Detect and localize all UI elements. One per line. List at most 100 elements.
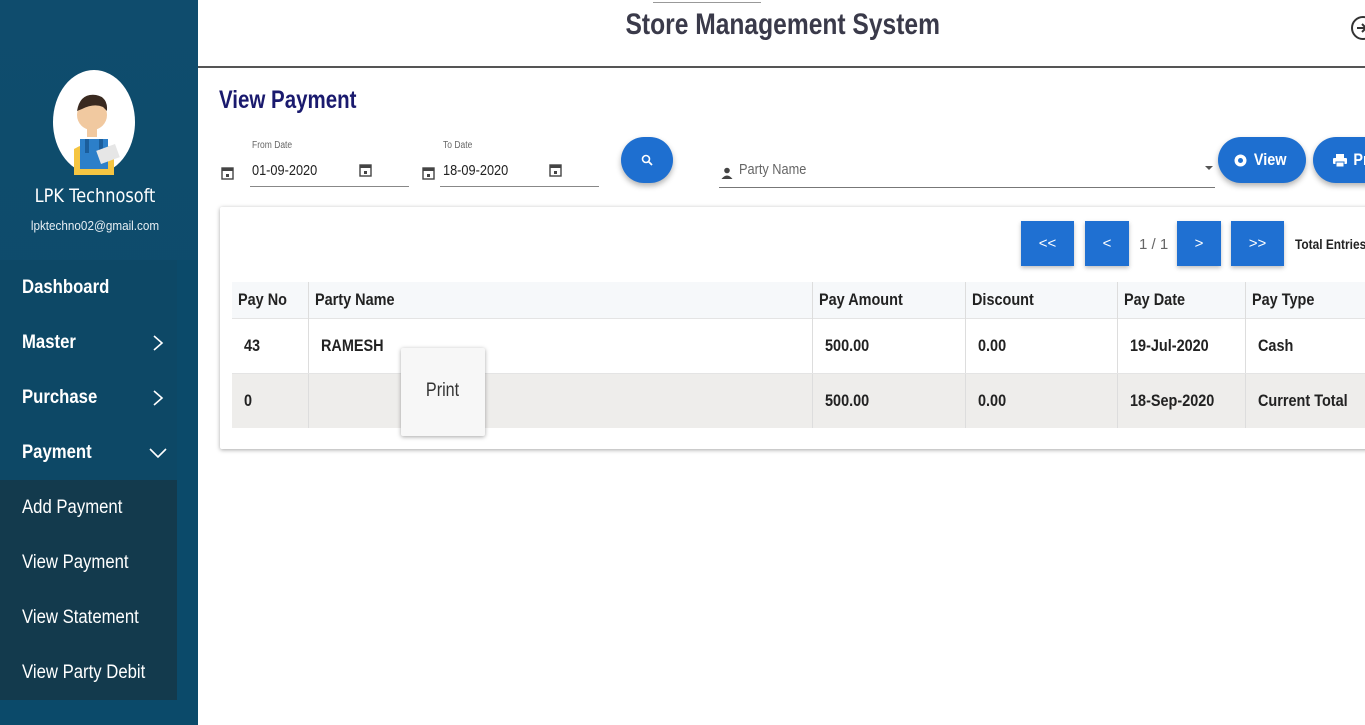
cell-text: 0.00 [977,335,1006,355]
sidebar-item-label: View Statement [22,606,139,628]
printer-icon [1333,153,1347,167]
column-header-label: Pay Date [1123,289,1185,309]
column-header-pay-date[interactable]: Pay Date [1117,282,1246,318]
cell-text: 0.00 [977,390,1006,410]
cell-pay-no: 0 [232,373,310,428]
sidebar: LPK Technosoft lpktechno02@gmail.com Das… [0,0,198,725]
dropdown-arrow-icon [1205,166,1213,170]
column-header-label: Pay Type [1251,289,1314,309]
cell-text: 500.00 [824,335,869,355]
print-button[interactable]: Pr [1313,137,1365,183]
sidebar-item-label: Master [22,331,76,353]
print-button-label: Pr [1353,150,1365,169]
first-page-button[interactable]: << [1021,221,1074,266]
cell-text: 18-Sep-2020 [1129,390,1215,410]
from-date-underline [250,186,409,187]
view-button[interactable]: View [1218,137,1306,183]
chevron-right-icon [153,334,164,351]
to-date-underline [440,186,599,187]
sidebar-item-view-statement[interactable]: View Statement [0,590,177,645]
page-title: View Payment [219,86,387,115]
sidebar-menu: Dashboard Master Purchase Payment Add Pa… [0,260,177,700]
sidebar-item-dashboard[interactable]: Dashboard [0,260,177,315]
sidebar-item-add-payment[interactable]: Add Payment [0,480,177,535]
chevron-down-icon [149,447,167,458]
user-avatar-icon [53,70,135,175]
column-header-pay-type[interactable]: Pay Type [1245,282,1365,318]
cell-pay-type: Cash [1245,317,1365,374]
cell-text: Current Total [1257,390,1348,410]
sidebar-item-label: Add Payment [22,496,123,518]
to-date-value: 18-09-2020 [443,162,509,179]
column-header-party-name[interactable]: Party Name [308,282,813,318]
cell-text: 19-Jul-2020 [1129,335,1209,355]
cell-pay-type: Current Total [1245,373,1365,428]
sidebar-item-label: View Party Debit [22,661,146,683]
to-date-field[interactable]: To Date 18-09-2020 [440,140,599,188]
search-button[interactable] [621,137,673,183]
cell-discount: 0.00 [965,317,1118,374]
cell-party-name: RAMESH [308,317,813,374]
column-header-label: Pay No [238,289,287,309]
sidebar-strip [177,260,198,725]
column-header-label: Party Name [315,289,395,309]
party-name-select[interactable]: Party Name [719,150,1215,188]
sidebar-item-payment[interactable]: Payment [0,425,177,480]
column-header-label: Discount [971,289,1034,309]
column-header-pay-amount[interactable]: Pay Amount [812,282,966,318]
cell-pay-date: 19-Jul-2020 [1117,317,1246,374]
from-date-value: 01-09-2020 [252,162,318,179]
next-page-button[interactable]: > [1177,221,1221,266]
app-title: Store Management System [198,8,1365,42]
person-icon [721,167,733,179]
calendar-picker-icon[interactable] [549,163,562,177]
sidebar-item-purchase[interactable]: Purchase [0,370,177,425]
tooltip-text: Print [426,380,460,401]
cell-party-name [308,373,813,428]
cell-text: 0 [244,390,253,410]
total-entries-text: Total Entries [1295,236,1365,252]
tab-edge [653,0,761,3]
calendar-picker-icon[interactable] [359,163,372,177]
party-name-placeholder: Party Name [739,161,807,178]
sidebar-item-view-party-debit[interactable]: View Party Debit [0,645,177,700]
sidebar-item-label: View Payment [22,551,129,573]
column-header-pay-no[interactable]: Pay No [232,282,310,318]
user-email: lpktechno02@gmail.com [30,218,160,233]
table-header-row: Pay No Party Name Pay Amount Discount Pa… [232,282,1365,318]
chevron-right-icon [153,389,164,406]
from-date-label: From Date [252,140,293,151]
app-title-text: Store Management System [625,8,941,41]
cell-pay-date: 18-Sep-2020 [1117,373,1246,428]
view-button-label: View [1254,150,1287,169]
to-date-label: To Date [443,140,473,151]
sidebar-item-label: Payment [22,441,92,463]
cell-text: 43 [244,335,261,355]
sidebar-item-label: Purchase [22,386,98,408]
cell-pay-amount: 500.00 [812,373,966,428]
cell-pay-amount: 500.00 [812,317,966,374]
page-indicator: 1 / 1 [1139,236,1169,253]
cell-pay-no: 43 [232,317,310,374]
last-page-button[interactable]: >> [1231,221,1284,266]
calendar-icon [221,167,234,180]
sidebar-item-view-payment[interactable]: View Payment [0,535,177,590]
from-date-field[interactable]: From Date 01-09-2020 [250,140,410,188]
user-name: LPK Technosoft [34,185,156,207]
sidebar-item-master[interactable]: Master [0,315,177,370]
logout-icon[interactable] [1350,15,1365,41]
cell-text: 500.00 [824,390,869,410]
cell-discount: 0.00 [965,373,1118,428]
total-entries-label: Total Entries [1295,236,1365,252]
page-title-text: View Payment [219,86,357,114]
column-header-label: Pay Amount [818,289,903,309]
prev-page-button[interactable]: < [1085,221,1129,266]
search-icon [641,154,653,166]
cell-text: RAMESH [321,335,384,355]
eye-icon [1234,154,1247,166]
calendar-icon [422,167,435,180]
print-tooltip: Print [401,348,485,436]
sidebar-item-label: Dashboard [22,276,110,298]
cell-text: Cash [1257,335,1293,355]
column-header-discount[interactable]: Discount [965,282,1118,318]
